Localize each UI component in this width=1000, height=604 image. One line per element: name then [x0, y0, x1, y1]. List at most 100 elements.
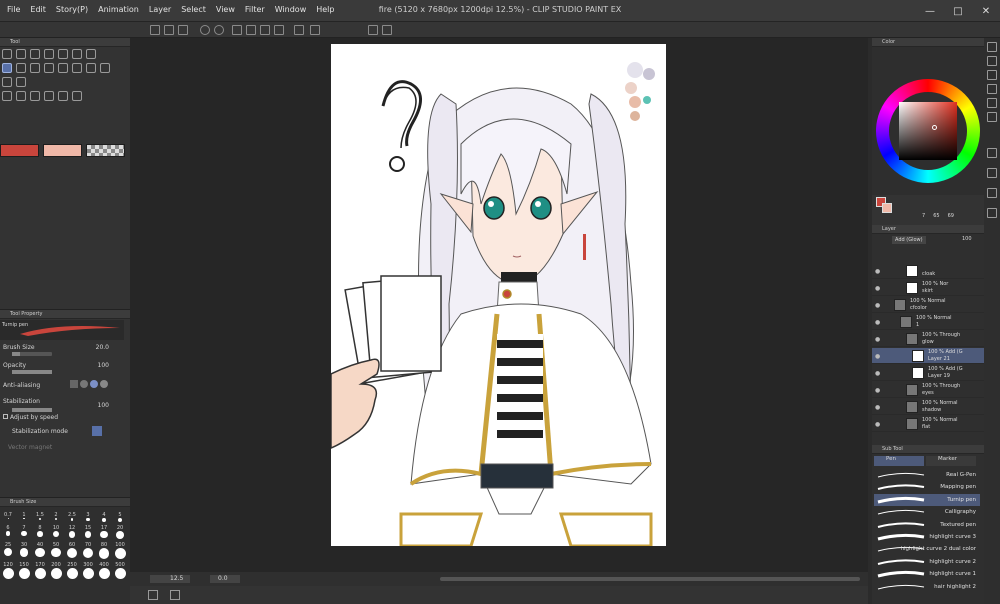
fill-icon[interactable] [260, 25, 270, 35]
eraser-icon[interactable] [72, 63, 82, 73]
sub-tool-item[interactable]: highlight curve 3 [874, 531, 980, 543]
zoom-field[interactable]: 12.5 [150, 575, 190, 583]
brush-size-cell[interactable]: 15 [80, 525, 96, 539]
tab-color[interactable]: Color [882, 39, 895, 45]
figure-icon[interactable] [2, 91, 12, 101]
sub-tool-item[interactable]: highlight curve 2 dual color [874, 543, 980, 555]
brush-size-cell[interactable]: 40 [32, 542, 48, 559]
bucket-icon[interactable] [16, 77, 26, 87]
undo-icon[interactable] [200, 25, 210, 35]
redo-icon[interactable] [214, 25, 224, 35]
canvas-area[interactable] [130, 38, 868, 586]
line-icon[interactable] [58, 91, 68, 101]
aa-weak-icon[interactable] [80, 380, 88, 388]
brush-size-value[interactable]: 20.0 [96, 344, 109, 351]
sub-tool-item[interactable]: highlight curve 1 [874, 568, 980, 580]
panel-icon-5[interactable] [987, 98, 997, 108]
brush-size-cell[interactable]: 30 [16, 542, 32, 559]
correct-line-icon[interactable] [72, 91, 82, 101]
brush-size-cell[interactable]: 17 [96, 525, 112, 539]
layer-row[interactable]: ● 100 % Normal cfcolor [872, 297, 984, 313]
hand-tool-icon[interactable] [16, 49, 26, 59]
fill-tool-icon[interactable] [100, 63, 110, 73]
saturation-value-square[interactable] [899, 102, 957, 160]
layer-row[interactable]: ● 100 % Normal 1 [872, 314, 984, 330]
snap-icon[interactable] [310, 25, 320, 35]
airbrush-icon[interactable] [44, 63, 54, 73]
brush-size-cell[interactable]: 5 [112, 512, 128, 523]
layer-opacity-value[interactable]: 100 [962, 236, 972, 242]
search-icon[interactable] [86, 49, 96, 59]
visibility-eye-icon[interactable]: ● [875, 370, 880, 377]
zoom-value[interactable]: 12.5 [170, 575, 183, 582]
open-icon[interactable] [164, 25, 174, 35]
brush-size-cell[interactable]: 8 [32, 525, 48, 539]
opacity-slider[interactable] [12, 370, 52, 374]
aa-medium-icon[interactable] [90, 380, 98, 388]
zoom-tool-icon[interactable] [2, 49, 12, 59]
ruler-icon[interactable] [294, 25, 304, 35]
save-icon[interactable] [178, 25, 188, 35]
brush-size-slider[interactable] [12, 352, 52, 356]
brush-size-cell[interactable]: 20 [112, 525, 128, 539]
stabilization-mode-button[interactable] [92, 426, 102, 436]
text-tool-icon[interactable] [30, 91, 40, 101]
blend-icon[interactable] [86, 63, 96, 73]
sub-tool-item[interactable]: Mapping pen [874, 481, 980, 493]
move-tool-icon[interactable] [30, 49, 40, 59]
angle-value[interactable]: 0.0 [218, 575, 228, 582]
panel-icon-1[interactable] [987, 42, 997, 52]
brush-size-cell[interactable]: 3 [80, 512, 96, 522]
layer-row[interactable]: ● 100 % Add (G Layer 21 [872, 348, 984, 364]
new-file-icon[interactable] [150, 25, 160, 35]
tab-brush-size[interactable]: Brush Size [10, 499, 36, 505]
opacity-value[interactable]: 100 [98, 362, 109, 369]
frame-icon[interactable] [16, 91, 26, 101]
brush-size-cell[interactable]: 2.5 [64, 512, 80, 522]
brush-size-cell[interactable]: 500 [112, 562, 128, 579]
sub-tool-item[interactable]: hair highlight 2 [874, 581, 980, 593]
visibility-eye-icon[interactable]: ● [875, 387, 880, 394]
layer-row[interactable]: ● 100 % Through glow [872, 331, 984, 347]
blend-mode-select[interactable]: Add (Glow) [892, 236, 926, 244]
panel-icon-8[interactable] [987, 168, 997, 178]
selection-icon[interactable] [274, 25, 284, 35]
adjust-speed-checkbox[interactable] [3, 414, 8, 419]
layer-row[interactable]: ● 100 % Normal flat [872, 416, 984, 432]
brush-tool-icon[interactable] [30, 63, 40, 73]
brush-size-cell[interactable]: 6 [0, 525, 16, 539]
tab-layer[interactable]: Layer [882, 226, 896, 232]
panel-icon-9[interactable] [987, 188, 997, 198]
brush-size-cell[interactable]: 4 [96, 512, 112, 522]
tab-tool[interactable]: Tool [10, 39, 20, 45]
panel-icon-4[interactable] [987, 84, 997, 94]
panel-toggle-icon[interactable] [148, 590, 158, 600]
sub-tool-item[interactable]: highlight curve 2 [874, 556, 980, 568]
pencil-tool-icon[interactable] [16, 63, 26, 73]
sub-tool-item[interactable]: Textured pen [874, 519, 980, 531]
clear-icon[interactable] [232, 25, 242, 35]
transparent-color-swatch[interactable] [86, 144, 125, 157]
brush-size-cell[interactable]: 10 [48, 525, 64, 539]
gradient-icon[interactable] [2, 77, 12, 87]
angle-field[interactable]: 0.0 [210, 575, 240, 583]
visibility-eye-icon[interactable]: ● [875, 421, 880, 428]
aa-none-icon[interactable] [70, 380, 78, 388]
panel-icon-7[interactable] [987, 148, 997, 158]
device-icon[interactable] [368, 25, 378, 35]
brush-size-cell[interactable]: 2 [48, 512, 64, 522]
brush-size-cell[interactable]: 400 [96, 562, 112, 579]
brush-size-cell[interactable]: 300 [80, 562, 96, 579]
settings-icon[interactable] [382, 25, 392, 35]
layer-row[interactable]: ● 100 % Add (G Layer 19 [872, 365, 984, 381]
stabilization-value[interactable]: 100 [98, 402, 109, 409]
brush-size-cell[interactable]: 100 [112, 542, 128, 559]
visibility-eye-icon[interactable]: ● [875, 353, 880, 360]
canvas[interactable] [331, 44, 666, 546]
brush-size-cell[interactable]: 60 [64, 542, 80, 559]
aa-strong-icon[interactable] [100, 380, 108, 388]
brush-size-cell[interactable]: 1.5 [32, 512, 48, 522]
tab-sub-tool[interactable]: Sub Tool [882, 446, 903, 452]
visibility-eye-icon[interactable]: ● [875, 319, 880, 326]
brush-size-cell[interactable]: 70 [80, 542, 96, 559]
